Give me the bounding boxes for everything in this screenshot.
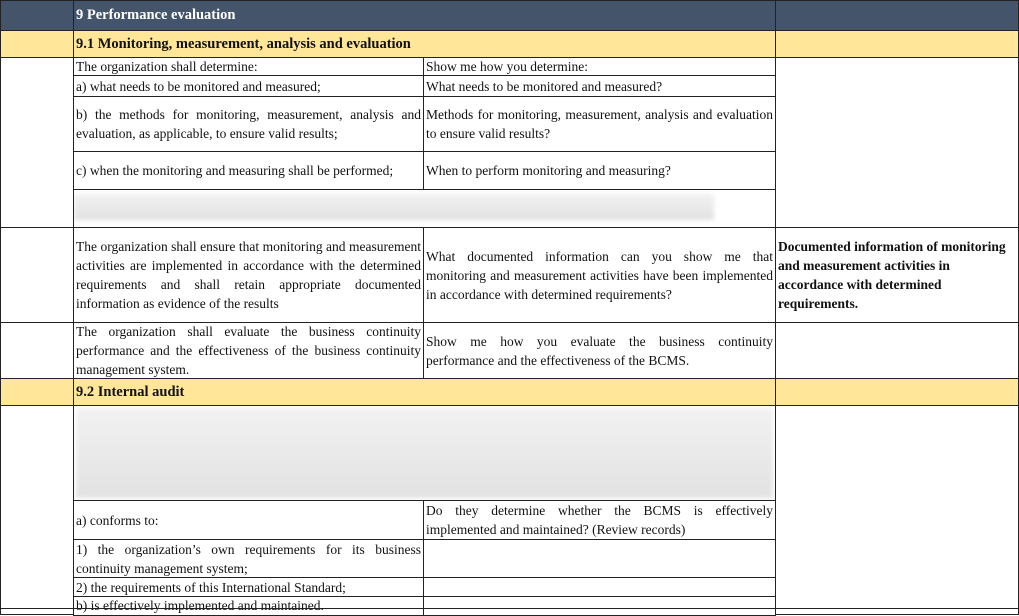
question-cell: [423, 596, 776, 616]
requirement-text: b) is effectively implemented and mainta…: [76, 598, 324, 613]
blurred-row: [73, 189, 776, 228]
sub-col4: [775, 30, 1019, 58]
subsection-title-text: 9.2 Internal audit: [76, 383, 185, 400]
subsection-title-9-1: 9.1 Monitoring, measurement, analysis an…: [73, 30, 776, 58]
requirement-cell: b) is effectively implemented and mainta…: [73, 596, 424, 616]
requirement-text: 1) the organization’s own requirements f…: [76, 541, 421, 576]
requirement-text: c) when the monitoring and measuring sha…: [76, 163, 394, 178]
redacted-content: [74, 194, 714, 220]
question-text: Methods for monitoring, measurement, ana…: [426, 107, 773, 141]
requirement-text: a) what needs to be monitored and measur…: [76, 78, 321, 94]
requirement-text: b) the methods for monitoring, measureme…: [76, 107, 421, 141]
requirement-cell: The organization shall ensure that monit…: [73, 227, 424, 323]
evidence-cell: [775, 322, 1019, 379]
sub-col1: [0, 30, 74, 58]
question-cell: Methods for monitoring, measurement, ana…: [423, 96, 776, 152]
requirement-text: 2) the requirements of this Internationa…: [76, 579, 346, 595]
question-cell: [423, 539, 776, 578]
requirement-cell: The organization shall evaluate the busi…: [73, 322, 424, 379]
question-cell: Show me how you evaluate the business co…: [423, 322, 776, 379]
evidence-cell: [775, 405, 1019, 615]
requirement-cell: a) what needs to be monitored and measur…: [73, 75, 424, 97]
question-text: When to perform monitoring and measuring…: [426, 163, 671, 178]
evidence-cell: [775, 57, 1019, 228]
header-col1: [0, 0, 74, 31]
col1-cell: [0, 227, 74, 323]
requirement-cell: c) when the monitoring and measuring sha…: [73, 151, 424, 190]
requirement-text: The organization shall determine:: [76, 59, 258, 74]
sub-col4: [775, 378, 1019, 406]
header-col4: [775, 0, 1019, 31]
question-cell: Do they determine whether the BCMS is ef…: [423, 500, 776, 540]
evidence-text: Documented information of monitoring and…: [778, 239, 1006, 311]
redacted-content: [76, 408, 773, 498]
requirement-cell: 2) the requirements of this Internationa…: [73, 577, 424, 597]
question-cell: What needs to be monitored and measured?: [423, 75, 776, 97]
question-text: What documented information can you show…: [426, 248, 773, 302]
requirement-cell: 1) the organization’s own requirements f…: [73, 539, 424, 578]
question-text: What needs to be monitored and measured?: [426, 78, 663, 94]
subsection-title-text: 9.1 Monitoring, measurement, analysis an…: [76, 35, 411, 52]
col1-cell: [0, 322, 74, 379]
requirement-text: The organization shall ensure that monit…: [76, 239, 421, 311]
requirement-cell: b) the methods for monitoring, measureme…: [73, 96, 424, 152]
col1-cell: [0, 405, 74, 615]
requirement-cell: a) conforms to:: [73, 500, 424, 540]
subsection-title-9-2: 9.2 Internal audit: [73, 378, 776, 406]
blurred-row: [73, 405, 776, 501]
section-title: 9 Performance evaluation: [73, 0, 776, 31]
question-text: Show me how you evaluate the business co…: [426, 333, 773, 368]
requirement-text: The organization shall evaluate the busi…: [76, 324, 421, 377]
sub-col1: [0, 378, 74, 406]
col1-cell: [0, 57, 74, 228]
question-cell: Show me how you determine:: [423, 57, 776, 76]
section-title-text: 9 Performance evaluation: [76, 7, 236, 23]
question-text: Show me how you determine:: [426, 59, 588, 74]
question-text: Do they determine whether the BCMS is ef…: [426, 503, 773, 537]
question-cell: What documented information can you show…: [423, 227, 776, 323]
question-cell: [423, 577, 776, 597]
requirement-text: a) conforms to:: [76, 512, 159, 528]
evidence-cell: Documented information of monitoring and…: [775, 227, 1019, 323]
question-cell: When to perform monitoring and measuring…: [423, 151, 776, 190]
requirement-cell: The organization shall determine:: [73, 57, 424, 76]
